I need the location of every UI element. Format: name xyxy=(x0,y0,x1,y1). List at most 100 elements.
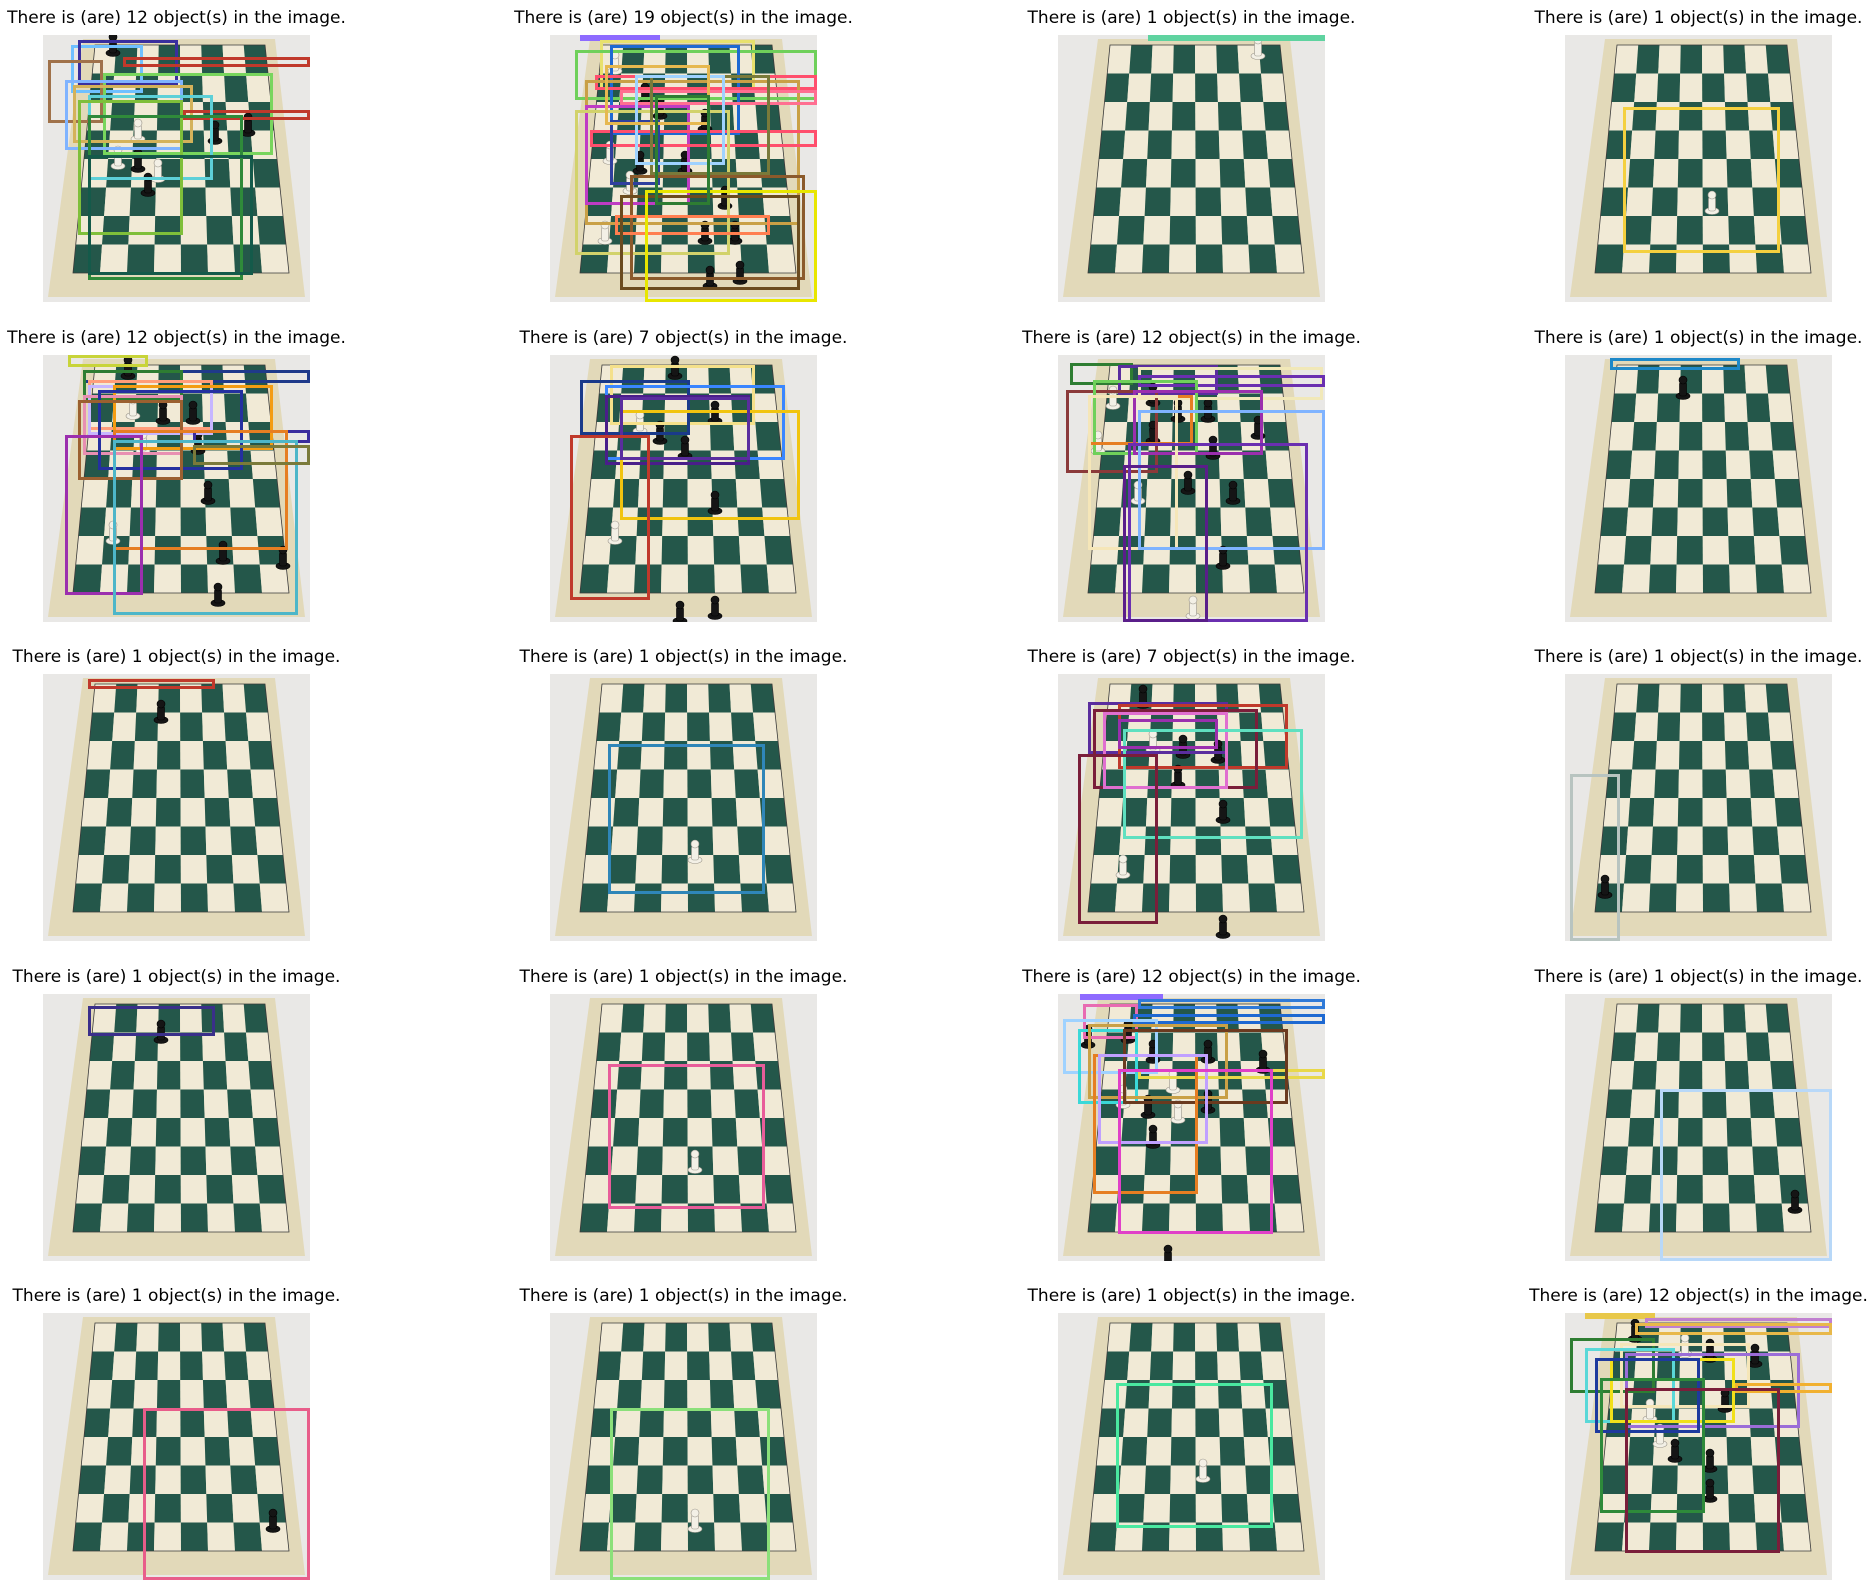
board-square xyxy=(1753,536,1782,565)
board-square xyxy=(1144,187,1171,216)
board-square xyxy=(1724,1061,1750,1090)
panel: There is (are) 7 object(s) in the image. xyxy=(1028,646,1355,946)
panel-image xyxy=(1058,674,1325,941)
bounding-box xyxy=(193,445,310,465)
board-square xyxy=(1622,883,1651,912)
board-square xyxy=(1611,73,1637,102)
board-square xyxy=(259,1203,289,1232)
board-square xyxy=(713,536,741,565)
board-square xyxy=(180,883,208,912)
board-square xyxy=(1242,130,1268,159)
board-square xyxy=(1725,769,1751,798)
board-square xyxy=(1240,102,1266,131)
board-square xyxy=(1125,102,1150,131)
board-square xyxy=(1104,73,1130,102)
board-square xyxy=(130,798,157,827)
board-square xyxy=(1702,45,1725,74)
board-square xyxy=(1750,479,1778,508)
board-square xyxy=(252,159,280,188)
board-square xyxy=(1104,1351,1130,1380)
board-square xyxy=(1658,1004,1681,1033)
board-square xyxy=(1606,1089,1633,1118)
board-square xyxy=(1650,536,1678,565)
panel-title: There is (are) 1 object(s) in the image. xyxy=(1534,967,1863,987)
board-square xyxy=(1248,883,1277,912)
board-square xyxy=(1149,73,1174,102)
panel: There is (are) 1 object(s) in the image. xyxy=(1028,1285,1355,1585)
board-square xyxy=(661,536,688,565)
board-square xyxy=(1608,422,1635,451)
board-square xyxy=(1195,159,1221,188)
board-square xyxy=(1608,1061,1635,1090)
board-square xyxy=(1676,855,1703,884)
board-square xyxy=(158,1323,181,1352)
board-square xyxy=(1222,244,1250,273)
board-square xyxy=(1151,45,1174,74)
board-square xyxy=(1702,536,1730,565)
board-square xyxy=(1678,769,1703,798)
board-square xyxy=(248,1380,274,1409)
board-square xyxy=(1634,1032,1659,1061)
board-square xyxy=(1216,1323,1240,1352)
board-square xyxy=(1171,130,1196,159)
board-square xyxy=(1142,244,1170,273)
board-square xyxy=(1265,130,1292,159)
board-square xyxy=(687,1380,711,1409)
board-square xyxy=(156,1061,181,1090)
bounding-box xyxy=(1118,719,1218,749)
board-square xyxy=(664,1032,688,1061)
panel: There is (are) 1 object(s) in the image. xyxy=(520,966,847,1266)
panel-title: There is (are) 1 object(s) in the image. xyxy=(1534,647,1863,667)
bounding-box xyxy=(1635,1323,1832,1335)
board-square xyxy=(708,684,732,713)
board-square xyxy=(1221,216,1249,245)
board-square xyxy=(1270,1146,1298,1175)
board-square xyxy=(206,1175,234,1204)
board-square xyxy=(580,1522,610,1551)
panel-image xyxy=(550,994,817,1261)
board-square xyxy=(1702,1004,1725,1033)
bounding-box xyxy=(1138,999,1325,1009)
board-square xyxy=(102,1175,130,1204)
board-square xyxy=(1628,1118,1655,1147)
board-square xyxy=(1744,365,1769,394)
panel-image xyxy=(550,1313,817,1580)
board-square xyxy=(246,1032,271,1061)
board-square xyxy=(201,1323,225,1352)
board-square xyxy=(1595,1522,1625,1551)
board-square xyxy=(1768,1032,1793,1061)
panel-image xyxy=(43,355,310,622)
board-square xyxy=(1143,216,1171,245)
board-square xyxy=(227,769,253,798)
board-square xyxy=(252,798,280,827)
board-square xyxy=(1597,536,1627,565)
board-square xyxy=(621,684,645,713)
board-square xyxy=(750,1004,775,1033)
panel-image xyxy=(550,35,817,302)
board-square xyxy=(1724,741,1750,770)
panel-title: There is (are) 1 object(s) in the image. xyxy=(12,1286,341,1306)
board-square xyxy=(1747,1061,1773,1090)
board-square xyxy=(1195,1323,1218,1352)
board-square xyxy=(89,712,115,741)
panel-image xyxy=(1565,35,1832,302)
board-square xyxy=(1702,450,1727,479)
bounding-box xyxy=(1625,1388,1780,1553)
board-square xyxy=(155,1146,181,1175)
board-square xyxy=(1765,45,1790,74)
bounding-box xyxy=(608,744,765,894)
board-square xyxy=(1221,855,1249,884)
board-square xyxy=(1781,244,1811,273)
board-square xyxy=(1267,159,1295,188)
board-square xyxy=(1702,741,1726,770)
board-square xyxy=(1272,855,1301,884)
board-square xyxy=(1246,216,1275,245)
board-square xyxy=(154,855,181,884)
board-square xyxy=(1770,1061,1796,1090)
board-square xyxy=(157,1351,181,1380)
board-square xyxy=(92,1323,117,1352)
board-square xyxy=(764,1175,793,1204)
panel-title: There is (are) 19 object(s) in the image… xyxy=(514,8,853,28)
board-square xyxy=(1630,1089,1656,1118)
board-square xyxy=(1170,159,1196,188)
